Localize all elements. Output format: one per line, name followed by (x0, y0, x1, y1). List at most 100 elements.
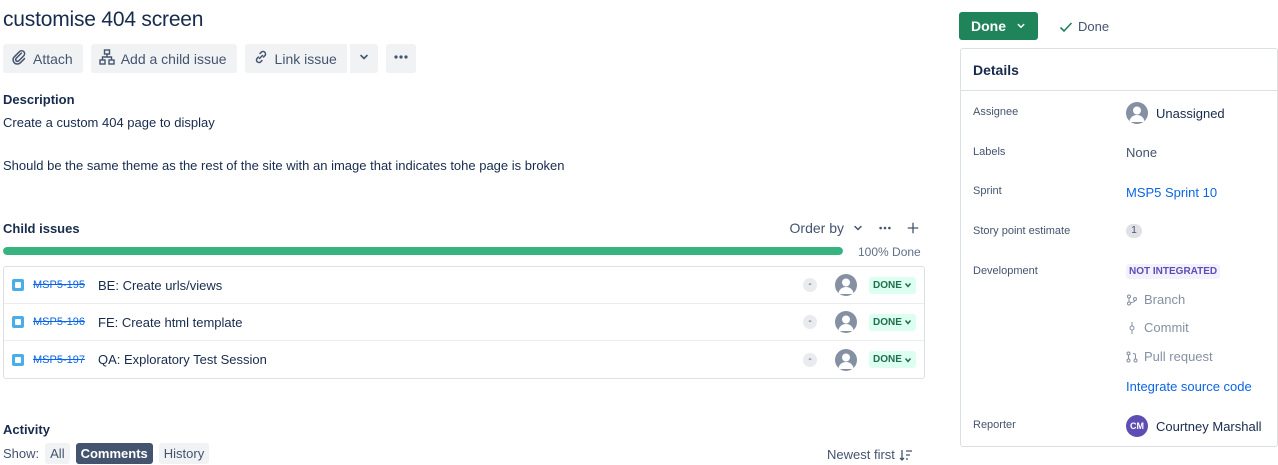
issue-toolbar: Attach Add a child issue Link issue (3, 44, 416, 73)
assignee-value: Unassigned (1156, 105, 1225, 121)
child-issue-summary[interactable]: FE: Create html template (98, 315, 243, 330)
avatar[interactable] (835, 348, 857, 371)
child-issue-summary[interactable]: BE: Create urls/views (98, 278, 222, 293)
development-label: Development (973, 265, 1038, 277)
commit-item[interactable]: Commit (1126, 320, 1189, 335)
child-issues-actions: Order by (790, 220, 920, 236)
commit-label: Commit (1144, 320, 1189, 335)
integrate-source-code-link[interactable]: Integrate source code (1126, 379, 1252, 394)
link-issue-button[interactable]: Link issue (244, 44, 347, 73)
status-lozenge[interactable]: DONE (869, 351, 916, 368)
add-icon[interactable] (906, 221, 920, 235)
attach-label: Attach (33, 50, 73, 67)
sprint-label: Sprint (973, 185, 1002, 197)
activity-filter: Show: All Comments History (3, 443, 210, 464)
story-points-field[interactable]: 1 (1126, 224, 1142, 238)
details-header[interactable]: Details (961, 49, 1277, 91)
child-issue-key[interactable]: MSP5-196 (33, 316, 85, 328)
add-child-issue-label: Add a child issue (120, 50, 227, 67)
link-issue-dropdown[interactable] (348, 44, 378, 73)
child-issues-progress-bar (3, 247, 843, 255)
user-icon (838, 315, 854, 331)
reporter-avatar: CM (1126, 415, 1148, 437)
status-transition-button[interactable]: Done (959, 12, 1038, 40)
pull-request-label: Pull request (1144, 349, 1213, 364)
ellipsis-icon (393, 49, 409, 68)
more-actions-button[interactable] (385, 44, 416, 73)
priority-indicator: - (803, 315, 817, 329)
order-by-label: Order by (789, 220, 844, 236)
subtask-icon (12, 316, 24, 328)
description-line-2[interactable]: Should be the same theme as the rest of … (3, 158, 565, 173)
pull-request-item[interactable]: Pull request (1126, 349, 1213, 364)
sort-icon (899, 449, 912, 461)
avatar (1126, 102, 1148, 124)
priority-indicator: - (803, 278, 817, 292)
priority-indicator: - (803, 352, 817, 367)
chevron-down-icon (904, 357, 911, 363)
user-icon (838, 278, 854, 294)
order-by-button[interactable]: Order by (790, 220, 864, 236)
details-panel: Details Assignee Unassigned Labels None … (960, 48, 1278, 447)
child-issues-list: MSP5-195 BE: Create urls/views - DONE MS… (3, 266, 925, 379)
branch-icon (1127, 294, 1137, 305)
sprint-link[interactable]: MSP5 Sprint 10 (1126, 185, 1217, 200)
not-integrated-badge: NOT INTEGRATED (1126, 264, 1221, 279)
status-label: DONE (873, 279, 902, 291)
development-status: NOT INTEGRATED (1126, 264, 1221, 279)
chevron-down-icon (356, 49, 372, 68)
child-issue-summary[interactable]: QA: Exploratory Test Session (98, 352, 267, 367)
avatar[interactable] (835, 311, 857, 333)
chevron-down-icon (1017, 23, 1025, 29)
status-label: DONE (873, 316, 902, 328)
ellipsis-icon[interactable] (878, 221, 892, 235)
chevron-down-icon (854, 225, 862, 231)
child-issue-key[interactable]: MSP5-195 (33, 279, 85, 291)
chevron-down-icon (904, 320, 911, 325)
sort-order-button[interactable]: Newest first (827, 447, 913, 462)
sort-order-label: Newest first (827, 447, 895, 462)
labels-value[interactable]: None (1126, 145, 1157, 160)
attach-button[interactable]: Attach (3, 44, 83, 73)
status-label: DONE (873, 354, 902, 365)
resolution-indicator: Done (1059, 19, 1109, 34)
subtask-icon (12, 353, 24, 366)
link-icon (253, 49, 269, 68)
commit-icon (1129, 321, 1135, 334)
avatar[interactable] (835, 274, 857, 296)
status-button-label: Done (971, 18, 1006, 34)
story-points-value: 1 (1126, 224, 1142, 238)
labels-label: Labels (973, 146, 1006, 158)
reporter-field[interactable]: CM Courtney Marshall (1126, 415, 1262, 437)
show-label: Show: (3, 446, 40, 461)
reporter-label: Reporter (973, 419, 1016, 431)
reporter-value: Courtney Marshall (1156, 418, 1262, 434)
status-lozenge[interactable]: DONE (869, 313, 916, 331)
assignee-label: Assignee (973, 106, 1019, 118)
activity-heading: Activity (3, 422, 50, 437)
description-heading: Description (3, 92, 75, 107)
description-line-1[interactable]: Create a custom 404 page to display (3, 115, 215, 130)
child-issue-row[interactable]: MSP5-196 FE: Create html template - DONE (4, 304, 924, 341)
assignee-field[interactable]: Unassigned (1126, 102, 1225, 124)
branch-label: Branch (1144, 292, 1186, 307)
chevron-down-icon (904, 283, 911, 288)
child-issue-row[interactable]: MSP5-195 BE: Create urls/views - DONE (4, 267, 924, 304)
status-lozenge[interactable]: DONE (869, 276, 916, 294)
progress-fill (3, 247, 843, 255)
child-issues-heading: Child issues (3, 221, 80, 236)
link-issue-label: Link issue (274, 50, 337, 67)
issue-title[interactable]: customise 404 screen (3, 8, 203, 32)
filter-all-button[interactable]: All (45, 443, 70, 464)
user-icon (1129, 106, 1145, 122)
pull-request-icon (1126, 351, 1138, 362)
filter-history-button[interactable]: History (158, 443, 210, 464)
paperclip-icon (11, 49, 27, 68)
child-issue-key[interactable]: MSP5-197 (33, 354, 85, 366)
add-child-issue-button[interactable]: Add a child issue (90, 44, 237, 73)
resolution-label: Done (1078, 19, 1110, 34)
user-icon (838, 353, 854, 369)
branch-item[interactable]: Branch (1126, 292, 1185, 307)
child-issue-row[interactable]: MSP5-197 QA: Exploratory Test Session - … (4, 341, 924, 378)
filter-comments-button[interactable]: Comments (75, 443, 153, 464)
